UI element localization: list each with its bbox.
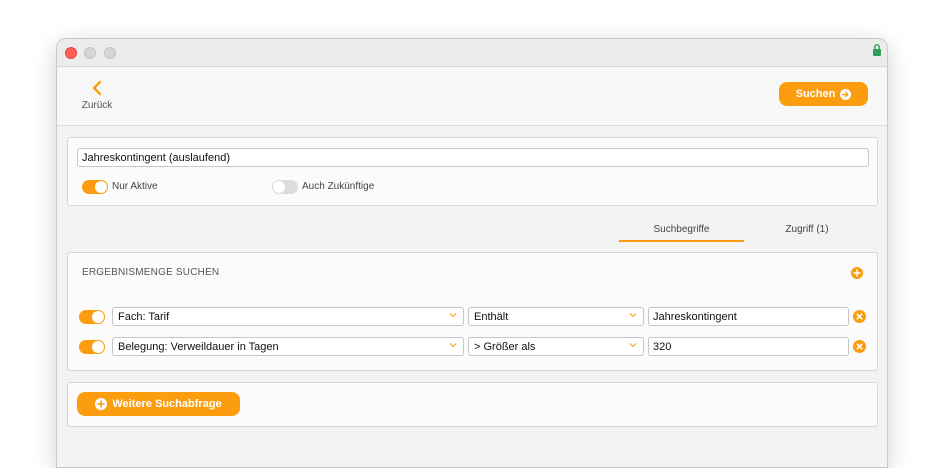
add-query-button[interactable]: Weitere Suchabfrage: [77, 392, 240, 416]
criterion-field-value: Belegung: Verweildauer in Tagen: [118, 341, 279, 353]
filter-panel: Jahreskontingent (auslaufend) Nur Aktive…: [67, 137, 878, 206]
zoom-window-button[interactable]: [104, 47, 116, 59]
app-window: Zurück Suchen Jahreskontingent (auslaufe…: [56, 38, 888, 468]
criterion-field-select[interactable]: Fach: Tarif: [112, 307, 464, 326]
chevron-down-icon: [629, 313, 637, 318]
chevron-down-icon: [449, 313, 457, 318]
lock-icon: [873, 44, 881, 56]
add-query-label: Weitere Suchabfrage: [112, 398, 222, 410]
more-query-panel: Weitere Suchabfrage: [67, 382, 878, 427]
search-button[interactable]: Suchen: [779, 82, 868, 106]
remove-criterion-icon[interactable]: [853, 310, 866, 323]
plus-circle-icon: [95, 398, 108, 410]
criteria-panel: ERGEBNISMENGE SUCHEN Fach: Tarif Enthält…: [67, 252, 878, 371]
tab-suchbegriffe[interactable]: Suchbegriffe: [619, 222, 744, 242]
criterion-operator-select[interactable]: > Größer als: [468, 337, 644, 356]
criteria-title: ERGEBNISMENGE SUCHEN: [82, 267, 220, 278]
include-future-label: Auch Zukünftige: [302, 181, 375, 192]
criterion-field-value: Fach: Tarif: [118, 311, 170, 323]
search-button-label: Suchen: [795, 88, 836, 100]
chevron-left-icon: [92, 80, 102, 96]
criterion-value-input[interactable]: 320: [648, 337, 849, 356]
only-active-toggle[interactable]: [82, 180, 108, 194]
criterion-field-select[interactable]: Belegung: Verweildauer in Tagen: [112, 337, 464, 356]
arrow-right-circle-icon: [840, 88, 852, 100]
query-input[interactable]: Jahreskontingent (auslaufend): [77, 148, 869, 167]
minimize-window-button[interactable]: [84, 47, 96, 59]
title-bar: [57, 39, 887, 67]
back-label: Zurück: [81, 100, 113, 111]
criterion-toggle[interactable]: [79, 340, 105, 354]
add-criterion-plus-icon[interactable]: [851, 267, 863, 279]
criterion-value-input[interactable]: Jahreskontingent: [648, 307, 849, 326]
criterion-operator-select[interactable]: Enthält: [468, 307, 644, 326]
tab-zugriff[interactable]: Zugriff (1): [767, 222, 847, 242]
include-future-toggle[interactable]: [272, 180, 298, 194]
chevron-down-icon: [629, 343, 637, 348]
criterion-operator-value: Enthält: [474, 311, 509, 323]
close-window-button[interactable]: [65, 47, 77, 59]
only-active-label: Nur Aktive: [112, 181, 158, 192]
criterion-operator-value: > Größer als: [474, 341, 536, 353]
criterion-toggle[interactable]: [79, 310, 105, 324]
tab-bar: Suchbegriffe Zugriff (1): [619, 222, 875, 244]
back-button[interactable]: Zurück: [77, 80, 117, 118]
chevron-down-icon: [449, 343, 457, 348]
remove-criterion-icon[interactable]: [853, 340, 866, 353]
toolbar: Zurück Suchen: [57, 68, 887, 126]
